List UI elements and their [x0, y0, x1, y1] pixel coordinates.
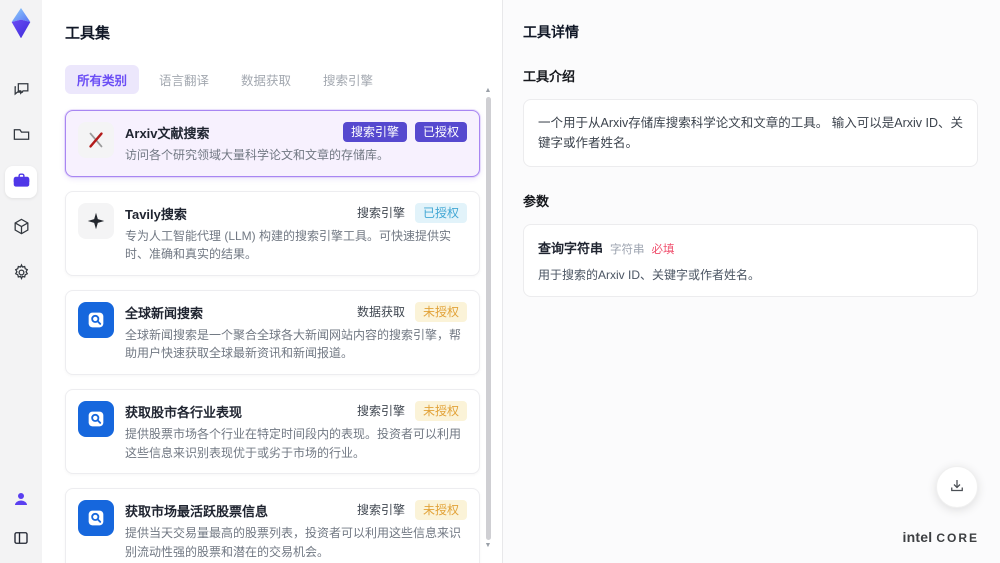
user-avatar[interactable]: [7, 485, 35, 513]
category-tag: 搜索引擎: [356, 503, 405, 518]
param-type: 字符串: [610, 244, 645, 256]
sidebar-item-settings[interactable]: [5, 258, 37, 290]
tool-card[interactable]: 全球新闻搜索 数据获取 未授权 全球新闻搜索是一个聚合全球各大新闻网站内容的搜索…: [65, 289, 480, 375]
category-tab[interactable]: 数据获取: [229, 65, 303, 94]
category-tag: 搜索引擎: [356, 403, 405, 418]
sidebar-item-files[interactable]: [5, 120, 37, 152]
tool-name: Arxiv文献搜索: [125, 126, 210, 141]
scroll-up-icon[interactable]: ▲: [485, 87, 492, 94]
tools-list: Arxiv文献搜索 搜索引擎 已授权 访问各个研究领域大量科学论文和文章的存储库…: [65, 110, 480, 563]
folder-icon: [12, 125, 31, 147]
page-title: 工具集: [65, 25, 111, 42]
tool-description: 访问各个研究领域大量科学论文和文章的存储库。: [125, 148, 390, 162]
core-wordmark: CORE: [936, 531, 979, 545]
category-tag: 搜索引擎: [356, 205, 405, 220]
category-tab[interactable]: 语言翻译: [147, 65, 221, 94]
tools-list-panel: 工具集 所有类别 语言翻译 数据获取 搜索引擎 Arxiv文献搜索 搜索引擎 已…: [42, 0, 502, 563]
params-box: 查询字符串 字符串 必填 用于搜索的Arxiv ID、关键字或作者姓名。: [523, 224, 978, 297]
tool-card[interactable]: 获取市场最活跃股票信息 搜索引擎 未授权 提供当天交易量最高的股票列表，投资者可…: [65, 488, 480, 563]
tool-icon: [78, 202, 114, 239]
tool-card[interactable]: Tavily搜索 搜索引擎 已授权 专为人工智能代理 (LLM) 构建的搜索引擎…: [65, 190, 480, 276]
app-logo-icon: [7, 8, 35, 39]
intro-box: 一个用于从Arxiv存储库搜索科学论文和文章的工具。 输入可以是Arxiv ID…: [523, 99, 978, 167]
category-tag: 数据获取: [356, 304, 405, 319]
param-description: 用于搜索的Arxiv ID、关键字或作者姓名。: [538, 268, 761, 282]
tool-icon: [78, 500, 114, 537]
params-heading: 参数: [523, 194, 550, 209]
param-item: 查询字符串 字符串 必填 用于搜索的Arxiv ID、关键字或作者姓名。: [538, 238, 963, 283]
scrollbar[interactable]: ▲ ▼: [483, 87, 493, 549]
status-badge: 已授权: [414, 202, 467, 223]
category-tab[interactable]: 搜索引擎: [311, 65, 385, 94]
category-tabs: 所有类别 语言翻译 数据获取 搜索引擎: [65, 65, 502, 94]
arxiv-logo-icon: [89, 132, 103, 148]
status-badge: 未授权: [414, 301, 467, 322]
download-icon: [948, 477, 966, 498]
scrollbar-thumb[interactable]: [485, 97, 491, 540]
param-required-badge: 必填: [651, 244, 675, 256]
category-tag: 搜索引擎: [342, 122, 407, 142]
tool-card[interactable]: 获取股市各行业表现 搜索引擎 未授权 提供股票市场各个行业在特定时间段内的表现。…: [65, 388, 480, 475]
status-badge: 未授权: [414, 500, 467, 521]
panel-toggle-icon: [12, 529, 30, 550]
tool-card[interactable]: Arxiv文献搜索 搜索引擎 已授权 访问各个研究领域大量科学论文和文章的存储库…: [65, 110, 480, 177]
sidebar-bottom: [7, 485, 35, 553]
app-window: 工具集 所有类别 语言翻译 数据获取 搜索引擎 Arxiv文献搜索 搜索引擎 已…: [0, 0, 1000, 563]
scroll-down-icon[interactable]: ▼: [485, 542, 492, 549]
blue-search-icon: [88, 312, 104, 328]
tool-description: 专为人工智能代理 (LLM) 构建的搜索引擎工具。可快速提供实时、准确和真实的结…: [125, 228, 452, 262]
status-badge: 已授权: [414, 122, 467, 142]
tool-name: Tavily搜索: [125, 206, 187, 222]
status-badge: 未授权: [414, 400, 467, 421]
cube-icon: [12, 217, 31, 239]
tool-icon: [78, 400, 114, 437]
tool-name: 获取股市各行业表现: [125, 404, 243, 420]
tool-description: 全球新闻搜索是一个聚合全球各大新闻网站内容的搜索引擎，帮助用户快速获取全球最新资…: [125, 327, 462, 361]
sidebar-item-chat[interactable]: [5, 74, 37, 106]
sidebar-nav: [5, 74, 37, 290]
blue-search-icon: [88, 411, 104, 427]
intel-wordmark: intel: [902, 529, 933, 545]
briefcase-icon: [12, 171, 31, 193]
category-tab[interactable]: 所有类别: [65, 65, 140, 94]
tool-icon: [78, 301, 114, 338]
param-name: 查询字符串: [538, 241, 604, 256]
collapse-panel-button[interactable]: [7, 525, 35, 553]
intro-heading: 工具介绍: [523, 69, 576, 84]
tool-description: 提供股票市场各个行业在特定时间段内的表现。投资者可以利用这些信息来识别表现优于或…: [125, 426, 462, 460]
detail-title: 工具详情: [523, 24, 579, 40]
blue-search-icon: [88, 510, 104, 526]
chat-icon: [12, 79, 31, 101]
download-button[interactable]: [936, 466, 978, 508]
intro-text: 一个用于从Arxiv存储库搜索科学论文和文章的工具。 输入可以是Arxiv ID…: [538, 116, 964, 150]
tool-icon: [78, 122, 114, 158]
intel-core-logo: intel CORE: [903, 529, 979, 545]
gear-icon: [12, 263, 31, 285]
sidebar: [0, 0, 42, 563]
tool-description: 提供当天交易量最高的股票列表，投资者可以利用这些信息来识别流动性强的股票和潜在的…: [125, 526, 462, 559]
sidebar-item-packages[interactable]: [5, 212, 37, 244]
tavily-sparkle-icon: [87, 212, 105, 229]
tool-name: 获取市场最活跃股票信息: [125, 504, 269, 520]
tool-name: 全球新闻搜索: [125, 305, 204, 321]
sidebar-item-tools[interactable]: [5, 166, 37, 198]
tool-detail-panel: 工具详情 工具介绍 一个用于从Arxiv存储库搜索科学论文和文章的工具。 输入可…: [502, 0, 1000, 563]
